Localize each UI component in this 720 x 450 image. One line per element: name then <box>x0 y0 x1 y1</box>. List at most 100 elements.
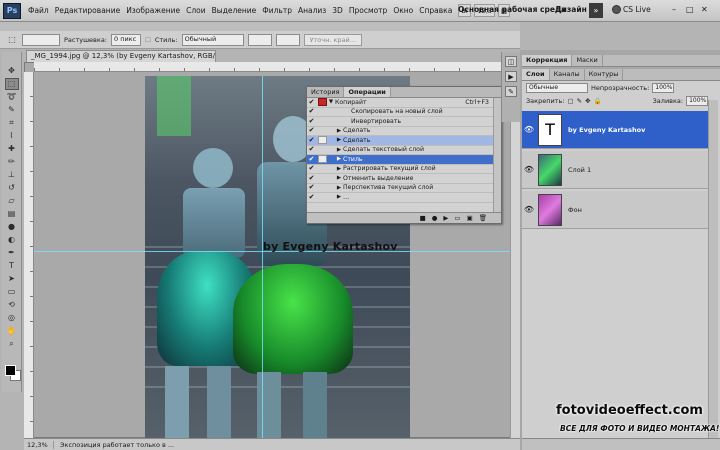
lock-pixels-icon[interactable]: ✎ <box>577 97 582 105</box>
check-icon[interactable]: ✔ <box>307 155 316 164</box>
marquee-tool-preset-icon[interactable]: ⬚ <box>6 35 18 45</box>
workspace-switcher[interactable]: Основная рабочая среда <box>458 5 566 14</box>
check-icon[interactable]: ✔ <box>307 107 316 116</box>
quick-select-tool-icon[interactable]: ✎ <box>6 105 18 115</box>
visibility-eye-icon[interactable]: 👁 <box>522 125 536 134</box>
dialog-toggle-icon[interactable] <box>318 136 327 145</box>
check-icon[interactable]: ✔ <box>307 164 316 173</box>
menu-select[interactable]: Выделение <box>209 6 260 15</box>
menu-layers[interactable]: Слои <box>183 6 209 15</box>
stop-icon[interactable]: ■ <box>420 214 426 222</box>
height-input[interactable] <box>275 33 300 46</box>
menu-analysis[interactable]: Анализ <box>295 6 329 15</box>
expand-triangle-icon[interactable]: ▶ <box>335 175 343 181</box>
action-row[interactable]: ✔ Скопировать на новый слой <box>307 107 501 117</box>
tab-history[interactable]: История <box>307 87 345 97</box>
dialog-toggle-icon[interactable] <box>318 193 327 201</box>
expand-triangle-icon[interactable]: ▶ <box>335 156 343 162</box>
cs-live-button[interactable]: CS Live <box>612 5 651 14</box>
action-row[interactable]: ✔ ▶ Растрировать текущий слой <box>307 164 501 174</box>
anti-alias-checkbox[interactable]: ☐ <box>145 36 151 44</box>
path-select-tool-icon[interactable]: ➤ <box>6 274 18 284</box>
record-icon[interactable]: ● <box>432 214 438 222</box>
menu-file[interactable]: Файл <box>25 6 52 15</box>
3d-orbit-tool-icon[interactable]: ◎ <box>6 313 18 323</box>
menu-3d[interactable]: 3D <box>329 6 346 15</box>
style-select[interactable]: Обычный <box>181 33 244 46</box>
dodge-tool-icon[interactable]: ◐ <box>6 235 18 245</box>
dialog-toggle-icon[interactable] <box>318 165 327 173</box>
lasso-tool-icon[interactable]: ➰ <box>6 92 18 102</box>
action-row[interactable]: ✔ ▶ Перспектива текущий слой <box>307 183 501 193</box>
text-layer-on-canvas[interactable]: by Evgeny Kartashov <box>263 240 398 253</box>
width-input[interactable] <box>247 33 272 46</box>
layer-row[interactable]: 👁 Tby Evgeny Kartashov <box>522 111 708 149</box>
action-row[interactable]: ✔ ▶ Отменить выделение <box>307 174 501 184</box>
fill-input[interactable]: 100% <box>686 96 709 106</box>
action-row[interactable]: ✔ ▼ Копирайт Ctrl+F3 <box>307 98 501 108</box>
zoom-field[interactable]: 12,3% <box>24 440 54 449</box>
action-row[interactable]: ✔ ▶ Сделать текстовый слой <box>307 145 501 155</box>
delete-icon[interactable]: 🗑 <box>479 214 487 222</box>
menu-filter[interactable]: Фильтр <box>259 6 295 15</box>
close-button[interactable]: ✕ <box>701 5 708 14</box>
actions-scrollbar[interactable] <box>493 98 501 214</box>
menu-help[interactable]: Справка <box>416 6 455 15</box>
eyedropper-tool-icon[interactable]: ⌇ <box>6 131 18 141</box>
dialog-toggle-icon[interactable] <box>318 117 327 125</box>
check-icon[interactable]: ✔ <box>307 174 316 183</box>
check-icon[interactable]: ✔ <box>307 136 316 145</box>
lock-position-icon[interactable]: ✥ <box>585 97 590 105</box>
3d-rotate-tool-icon[interactable]: ⟲ <box>6 300 18 310</box>
check-icon[interactable]: ✔ <box>307 98 316 107</box>
type-tool-icon[interactable]: T <box>6 261 18 271</box>
expand-triangle-icon[interactable]: ▶ <box>335 147 343 153</box>
ruler-horizontal[interactable] <box>34 62 520 72</box>
dialog-toggle-icon[interactable] <box>318 98 327 107</box>
clone-stamp-tool-icon[interactable]: ⊥ <box>6 170 18 180</box>
check-icon[interactable]: ✔ <box>307 193 316 202</box>
ruler-vertical[interactable] <box>24 72 34 438</box>
foreground-color-swatch[interactable] <box>5 365 16 376</box>
minimize-button[interactable]: – <box>672 5 676 14</box>
layer-name[interactable]: by Evgeny Kartashov <box>568 126 645 134</box>
lock-transparency-icon[interactable]: ▢ <box>567 97 573 105</box>
workspace-design[interactable]: Дизайн <box>555 5 587 14</box>
eraser-tool-icon[interactable]: ▱ <box>6 196 18 206</box>
visibility-eye-icon[interactable]: 👁 <box>522 165 536 174</box>
tab-channels[interactable]: Каналы <box>550 69 585 80</box>
action-row[interactable]: ✔ ▶… <box>307 193 501 203</box>
tab-adjustments[interactable]: Коррекция <box>522 55 573 66</box>
selection-mode-buttons[interactable] <box>22 33 60 46</box>
pen-tool-icon[interactable]: ✒ <box>6 248 18 258</box>
crop-tool-icon[interactable]: ⌗ <box>6 118 18 128</box>
lock-all-icon[interactable]: 🔒 <box>594 97 602 105</box>
move-tool-icon[interactable]: ✥ <box>6 66 18 76</box>
menu-view[interactable]: Просмотр <box>346 6 391 15</box>
new-action-icon[interactable]: ▣ <box>467 214 473 222</box>
new-set-icon[interactable]: ▭ <box>454 214 460 222</box>
layer-name[interactable]: Фон <box>568 206 582 214</box>
tab-actions[interactable]: Операции <box>344 87 391 97</box>
layers-scrollbar[interactable] <box>708 100 718 440</box>
feather-input[interactable]: 0 пикс <box>111 33 141 46</box>
action-row[interactable]: ✔ ▶ Сделать <box>307 126 501 136</box>
action-row[interactable]: ✔ ▶ Стиль <box>307 155 501 165</box>
expand-triangle-icon[interactable]: ▶ <box>335 166 343 172</box>
visibility-eye-icon[interactable]: 👁 <box>522 205 536 214</box>
tab-masks[interactable]: Маски <box>572 55 603 66</box>
layer-row[interactable]: 👁 Фон <box>522 191 708 229</box>
menu-image[interactable]: Изображение <box>123 6 183 15</box>
brush-panel-icon[interactable]: ✎ <box>505 86 517 97</box>
opacity-input[interactable]: 100% <box>652 83 675 93</box>
text-layer-thumbnail[interactable]: T <box>538 113 562 146</box>
tab-paths[interactable]: Контуры <box>585 69 624 80</box>
document-tab[interactable]: _MG_1994.jpg @ 12,3% (by Evgeny Kartasho… <box>26 50 216 62</box>
healing-brush-tool-icon[interactable]: ✚ <box>6 144 18 154</box>
action-row[interactable]: ✔ ▶ Сделать <box>307 136 501 146</box>
layer-name[interactable]: Слой 1 <box>568 166 591 174</box>
expand-triangle-icon[interactable]: ▶ <box>335 194 343 200</box>
layer-thumbnail[interactable] <box>538 193 562 226</box>
expand-triangle-icon[interactable]: ▼ <box>327 99 335 105</box>
blur-tool-icon[interactable]: ● <box>6 222 18 232</box>
